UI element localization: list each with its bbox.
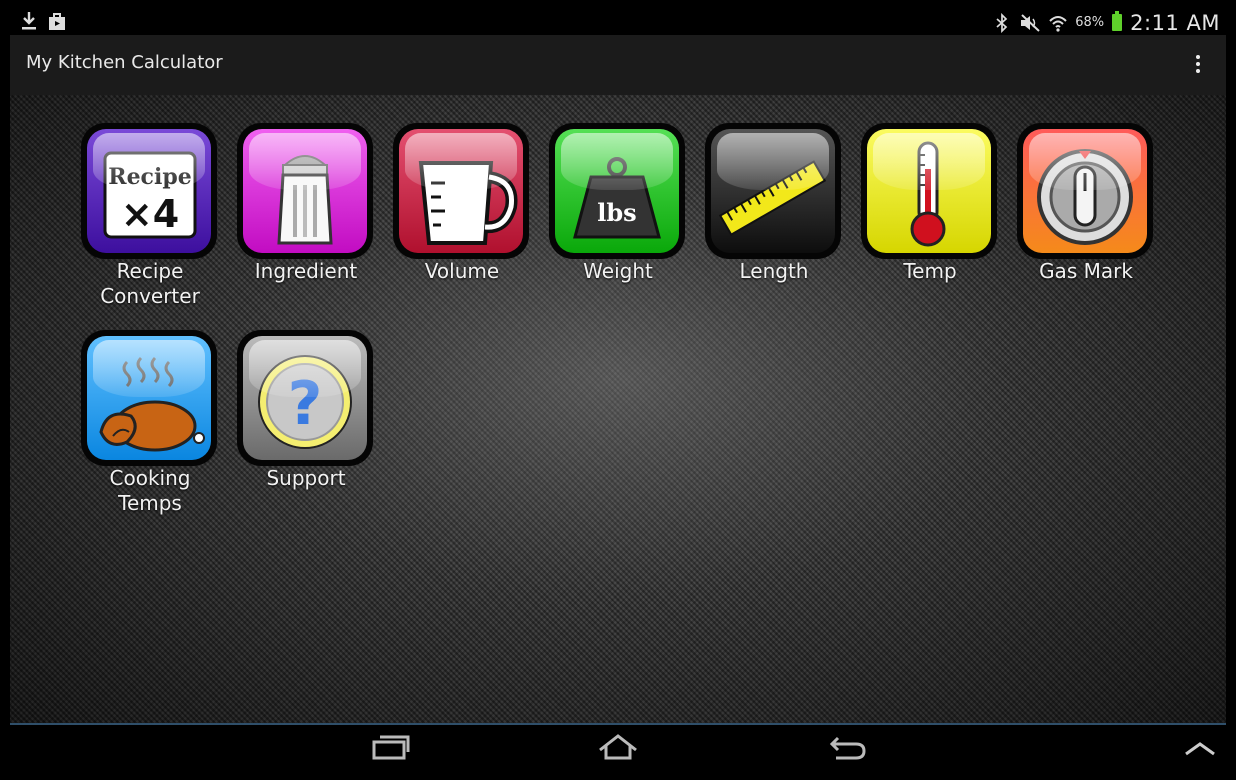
- tile-length[interactable]: Length: [704, 123, 844, 323]
- overflow-menu-icon[interactable]: [1186, 49, 1210, 79]
- status-bar: 68% 2:11 AM: [10, 10, 1226, 35]
- tile-label: Length: [739, 259, 809, 283]
- mute-icon: [1019, 13, 1041, 33]
- tile-label: Cooking Temps: [109, 466, 191, 515]
- weight-icon: lbs: [555, 129, 679, 253]
- recipe-x4-icon: Recipe ×4: [87, 129, 211, 253]
- tile-temp[interactable]: Temp: [860, 123, 1000, 323]
- tile-weight[interactable]: lbs Weight: [548, 123, 688, 323]
- battery-percent: 68%: [1075, 15, 1105, 30]
- tile-recipe-converter[interactable]: Recipe ×4 Recipe Converter: [80, 123, 220, 323]
- up-arrow-icon[interactable]: [1178, 732, 1222, 764]
- tile-support[interactable]: ? Support: [236, 330, 376, 530]
- thermometer-icon: [867, 129, 991, 253]
- roast-chicken-icon: [87, 336, 211, 460]
- bluetooth-icon: [993, 12, 1011, 33]
- battery-icon: [1112, 11, 1123, 31]
- tile-cooking-temps[interactable]: Cooking Temps: [80, 330, 220, 530]
- store-bag-icon: [48, 11, 66, 31]
- tile-label: Ingredient: [254, 259, 358, 283]
- tile-volume[interactable]: Volume: [392, 123, 532, 323]
- multiplier-text: ×4: [121, 192, 179, 236]
- ruler-icon: [711, 129, 835, 253]
- lbs-text: lbs: [597, 198, 636, 227]
- question-icon: ?: [243, 336, 367, 460]
- nav-bar: [10, 725, 1226, 770]
- action-bar: My Kitchen Calculator: [10, 35, 1226, 95]
- recipe-word: Recipe: [108, 164, 191, 190]
- wifi-icon: [1049, 13, 1067, 33]
- tile-label: Volume: [424, 259, 500, 283]
- download-icon: [20, 11, 38, 31]
- home-icon[interactable]: [596, 732, 640, 764]
- salt-shaker-icon: [243, 129, 367, 253]
- tile-grid: Recipe ×4 Recipe Converter Ingredient Vo…: [10, 95, 1226, 723]
- tile-gas-mark[interactable]: Gas Mark: [1016, 123, 1156, 323]
- tile-label: Recipe Converter: [100, 259, 200, 308]
- tile-label: Gas Mark: [1039, 259, 1133, 283]
- app-title: My Kitchen Calculator: [26, 52, 223, 73]
- tile-label: Support: [266, 466, 346, 490]
- tile-label: Weight: [583, 259, 653, 283]
- measuring-cup-icon: [399, 129, 523, 253]
- svg-text:?: ?: [288, 369, 323, 439]
- recent-apps-icon[interactable]: [368, 732, 412, 764]
- gas-dial-icon: [1023, 129, 1147, 253]
- tile-label: Temp: [903, 259, 957, 283]
- clock: 2:11 AM: [1130, 10, 1220, 35]
- tile-ingredient[interactable]: Ingredient: [236, 123, 376, 323]
- back-icon[interactable]: [826, 732, 870, 764]
